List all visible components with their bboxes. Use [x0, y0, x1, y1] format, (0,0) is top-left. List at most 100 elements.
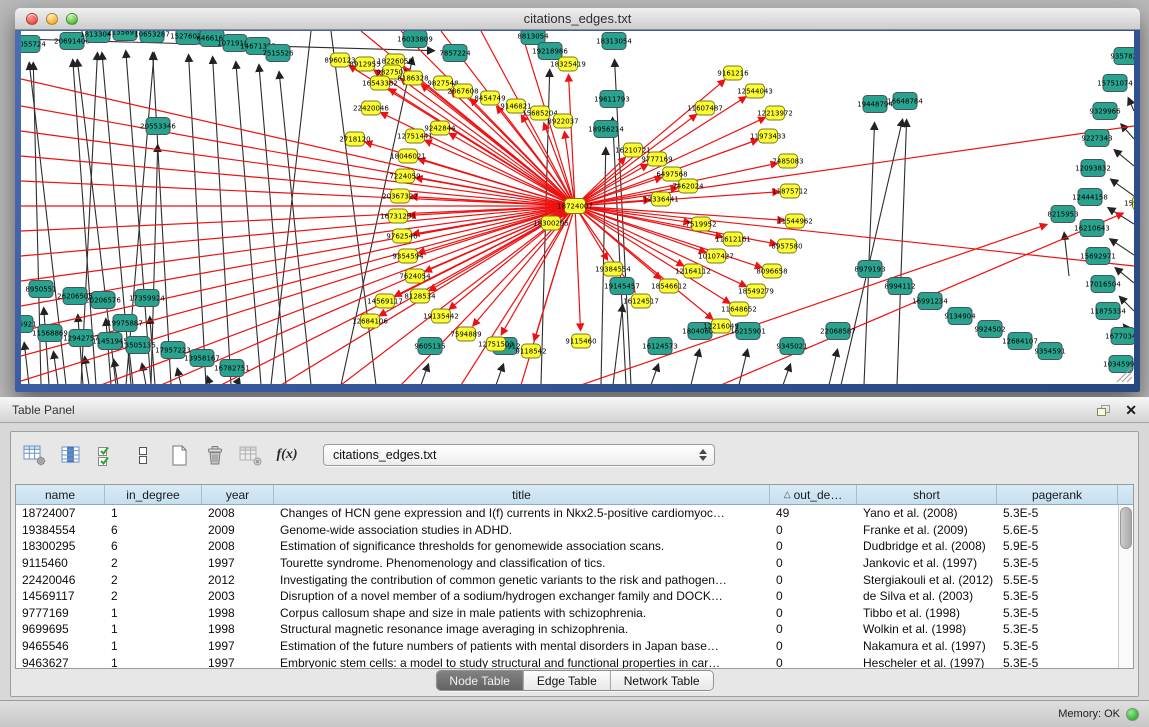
table-cell: Nakamura et al. (1997): [857, 639, 997, 653]
table-cell: 1: [105, 606, 202, 620]
graph-node-label: 12684106: [352, 318, 388, 326]
graph-node-label: 18226058: [377, 58, 413, 66]
tab-network-table[interactable]: Network Table: [611, 671, 713, 690]
graph-node-label: 13958167: [184, 355, 220, 363]
network-canvas[interactable]: 1405572420691406181330412135897310653287…: [21, 31, 1134, 384]
table-cell: Wolkin et al. (1998): [857, 622, 997, 636]
graph-node-label: 8957580: [771, 243, 802, 251]
graph-node-label: 9227343: [1081, 135, 1112, 143]
desktop: citations_edges.txt 14055724206914061813…: [0, 0, 1149, 727]
graph-node-label: 11875712: [772, 188, 808, 196]
graph-edge: [496, 364, 503, 384]
graph-node-label: 16731293: [380, 213, 416, 221]
table-row[interactable]: 1830029562008Estimation of significance …: [16, 538, 1118, 555]
table-cell: 9465546: [16, 639, 105, 653]
table-selector-dropdown[interactable]: citations_edges.txt: [323, 444, 715, 466]
graph-edge: [126, 51, 151, 384]
graph-edge: [783, 364, 790, 384]
graph-node-label: 2718120: [339, 136, 370, 144]
network-window-titlebar[interactable]: citations_edges.txt: [15, 8, 1140, 30]
graph-node-label: 11612161: [715, 236, 751, 244]
graph-edge: [279, 72, 311, 384]
table-cell: 0: [770, 573, 857, 587]
graph-node-label: 20691406: [54, 38, 90, 46]
table-cell: 5.3E-5: [997, 639, 1118, 653]
table-settings-button[interactable]: [21, 443, 49, 467]
graph-node-label: 16033809: [397, 36, 433, 44]
function-builder-button[interactable]: f(x): [273, 443, 301, 467]
float-panel-icon[interactable]: [1096, 404, 1111, 417]
graph-node-label: 10345991: [1103, 361, 1134, 369]
graph-edge: [189, 55, 206, 384]
graph-node-label: 12213972: [757, 110, 793, 118]
graph-node-label: 7857224: [439, 50, 471, 58]
table-row[interactable]: 946362711997Embryonic stem cells: a mode…: [16, 654, 1118, 668]
column-header-short[interactable]: short: [857, 485, 997, 504]
graph-node-label: 11648652: [721, 306, 757, 314]
column-header-year[interactable]: year: [202, 485, 274, 504]
table-cell: Stergiakouli et al. (2012): [857, 573, 997, 587]
column-header-out_de[interactable]: △out_de…: [770, 485, 857, 504]
graph-node-label: 3915921: [21, 321, 37, 329]
table-cell: 1: [105, 656, 202, 668]
table-row[interactable]: 946554611997Estimation of the future num…: [16, 638, 1118, 655]
table-cell: 5.3E-5: [997, 656, 1118, 668]
graph-edge: [259, 65, 286, 384]
graph-node-label: 8950551: [25, 286, 56, 294]
graph-node-label: 14569117: [367, 298, 403, 306]
table-row[interactable]: 1938455462009Genome-wide association stu…: [16, 522, 1118, 539]
table-row[interactable]: 977716911998Corpus callosum shape and si…: [16, 605, 1118, 622]
graph-node-label: 9345021: [776, 343, 807, 351]
delete-table-button[interactable]: [201, 443, 229, 467]
table-panel-header: Table Panel ✕: [0, 398, 1149, 423]
graph-node-label: 19611793: [594, 96, 630, 104]
vertical-scrollbar[interactable]: [1118, 505, 1133, 668]
column-header-pagerank[interactable]: pagerank: [997, 485, 1118, 504]
table-cell: 1997: [202, 656, 274, 668]
graph-node-label: 26206505: [57, 293, 93, 301]
graph-node-label: 17016504: [1085, 281, 1121, 289]
table-cell: 5.9E-5: [997, 539, 1118, 553]
column-header-title[interactable]: title: [274, 485, 770, 504]
table-cell: 0: [770, 539, 857, 553]
graph-edge: [575, 206, 581, 330]
graph-node-label: 20367322: [382, 193, 418, 201]
graph-edge: [1064, 233, 1069, 276]
table-cell: 5.6E-5: [997, 523, 1118, 537]
column-header-in_degree[interactable]: in_degree: [105, 485, 202, 504]
column-header-name[interactable]: name: [16, 485, 105, 504]
show-columns-button[interactable]: [57, 443, 85, 467]
memory-status-label: Memory: OK: [1058, 708, 1120, 720]
table-cell: 2003: [202, 589, 274, 603]
attribute-table: namein_degreeyeartitle△out_de…shortpager…: [15, 484, 1134, 669]
table-row[interactable]: 2242004622012Investigating the contribut…: [16, 571, 1118, 588]
table-cell: Estimation of significance thresholds fo…: [274, 539, 770, 553]
table-row[interactable]: 969969511998Structural magnetic resonanc…: [16, 621, 1118, 638]
graph-node-label: 17359924: [129, 295, 165, 303]
graph-edge: [841, 120, 903, 384]
graph-node-label: 12093832: [1075, 165, 1111, 173]
scrollbar-thumb[interactable]: [1120, 507, 1132, 549]
tab-node-table[interactable]: Node Table: [436, 671, 524, 690]
select-rows-button[interactable]: [93, 443, 121, 467]
table-row[interactable]: 911546021997Tourette syndrome. Phenomeno…: [16, 555, 1118, 572]
table-row[interactable]: 1872400712008Changes of HCN gene express…: [16, 505, 1118, 522]
function-icon: f(x): [277, 447, 298, 463]
tab-edge-table[interactable]: Edge Table: [524, 671, 611, 690]
graph-node-label: 9357823: [1110, 53, 1134, 61]
graph-node-label: 12336441: [643, 196, 679, 204]
table-row[interactable]: 1456911722003Disruption of a novel membe…: [16, 588, 1118, 605]
graph-node-label: 15958121: [1124, 200, 1134, 208]
status-bar: Memory: OK: [0, 700, 1149, 727]
graph-node-label: 9329966: [1089, 108, 1121, 116]
table-cell: Structural magnetic resonance image aver…: [274, 622, 770, 636]
row-options-button[interactable]: [129, 443, 157, 467]
delete-columns-button[interactable]: [237, 443, 265, 467]
table-cell: 19384554: [16, 523, 105, 537]
table-cell: Disruption of a novel member of a sodium…: [274, 589, 770, 603]
new-table-button[interactable]: [165, 443, 193, 467]
table-cell: 2: [105, 573, 202, 587]
table-tabs: Node TableEdge TableNetwork Table: [435, 670, 713, 691]
close-panel-icon[interactable]: ✕: [1125, 403, 1137, 417]
graph-edge: [236, 62, 261, 384]
